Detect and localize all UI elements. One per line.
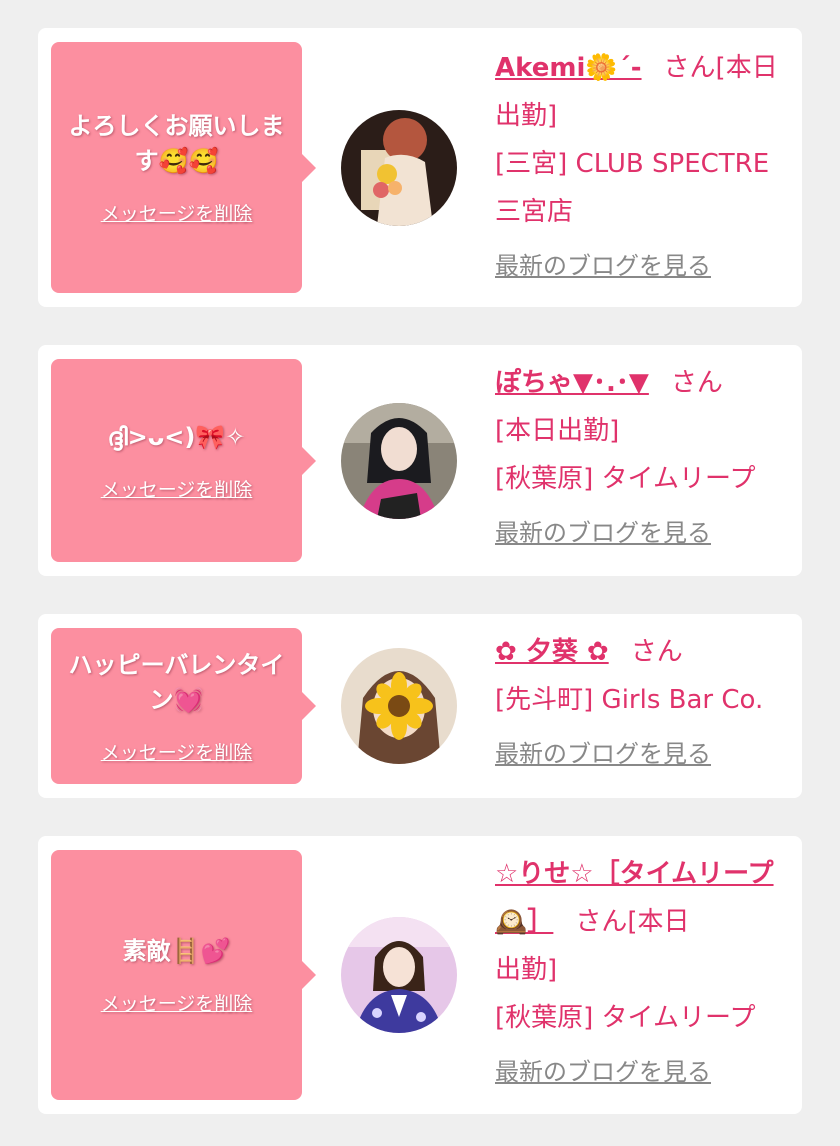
avatar[interactable] [341,403,457,519]
info-line: 三宮店 [495,197,574,227]
cast-name-link[interactable]: ✿ 夕葵 ✿ [495,637,609,667]
delete-message-link[interactable]: メッセージを削除 [101,199,253,226]
sunflower-face-photo [341,648,457,764]
info-line: [本日出勤] [495,416,620,446]
dark-haired-girl-photo [341,403,457,519]
message-text: 素敵🪜💕 [122,937,231,965]
latest-blog-link[interactable]: 最新のブログを見る [495,242,795,290]
info-line: [秋葉原] タイムリープ [495,1003,756,1033]
latest-blog-link[interactable]: 最新のブログを見る [495,730,795,778]
message-bubble: 素敵🪜💕 メッセージを削除 [51,850,316,1100]
avatar[interactable] [341,917,457,1033]
avatar[interactable] [341,648,457,764]
cast-name-link[interactable]: Akemi🌼´- [495,53,642,83]
san-label: さん [663,53,716,83]
san-label: さん [575,907,628,937]
delete-message-link[interactable]: メッセージを削除 [101,475,253,502]
message-card: ハッピーバレンタイン💓 メッセージを削除 ✿ 夕葵 ✿ さん [先斗町] Girl… [38,614,802,798]
latest-blog-link[interactable]: 最新のブログを見る [495,1048,795,1096]
girl-in-kimono-photo [341,917,457,1033]
info-line: 出勤] [495,955,558,985]
cast-name-link[interactable]: ぽちゃ▼･.･▼ [495,368,649,398]
attendance-suffix: [本日 [627,907,690,937]
info-line: [三宮] CLUB SPECTRE [495,149,770,179]
delete-message-link[interactable]: メッセージを削除 [101,738,253,765]
message-card: よろしくお願いします🥰🥰 メッセージを削除 Akemi🌼´- さん[本日 出勤] … [38,28,802,307]
message-text: ദ്ദി>ᴗ<)🎀✧ [107,422,246,451]
message-bubble: ദ്ദി>ᴗ<)🎀✧ メッセージを削除 [51,359,316,562]
cast-info: ☆りせ☆［タイムリープ 🕰️］ さん[本日 出勤] [秋葉原] タイムリープ 最新… [495,850,795,1096]
attendance-suffix: [本日 [715,53,778,83]
cast-info: ✿ 夕葵 ✿ さん [先斗町] Girls Bar Co. 最新のブログを見る [495,628,795,778]
message-card: ദ്ദി>ᴗ<)🎀✧ メッセージを削除 ぽちゃ▼･.･▼ さん [本日出勤] [秋… [38,345,802,576]
delete-message-link[interactable]: メッセージを削除 [101,989,253,1016]
woman-with-flowers-photo [341,110,457,226]
cast-info: Akemi🌼´- さん[本日 出勤] [三宮] CLUB SPECTRE 三宮店 … [495,44,795,290]
san-label: さん [670,368,723,398]
avatar[interactable] [341,110,457,226]
cast-info: ぽちゃ▼･.･▼ さん [本日出勤] [秋葉原] タイムリープ 最新のブログを見る [495,359,795,557]
message-text: ハッピーバレンタイン💓 [68,650,285,714]
latest-blog-link[interactable]: 最新のブログを見る [495,509,795,557]
message-bubble: ハッピーバレンタイン💓 メッセージを削除 [51,628,316,784]
info-line: 出勤] [495,101,558,131]
message-text: よろしくお願いします🥰🥰 [68,112,285,175]
info-line: [秋葉原] タイムリープ [495,464,756,494]
info-line: [先斗町] Girls Bar Co. [495,685,764,715]
message-card: 素敵🪜💕 メッセージを削除 ☆りせ☆［タイムリープ 🕰️］ さん[本日 出勤] [… [38,836,802,1114]
san-label: さん [630,637,683,667]
message-bubble: よろしくお願いします🥰🥰 メッセージを削除 [51,42,316,293]
